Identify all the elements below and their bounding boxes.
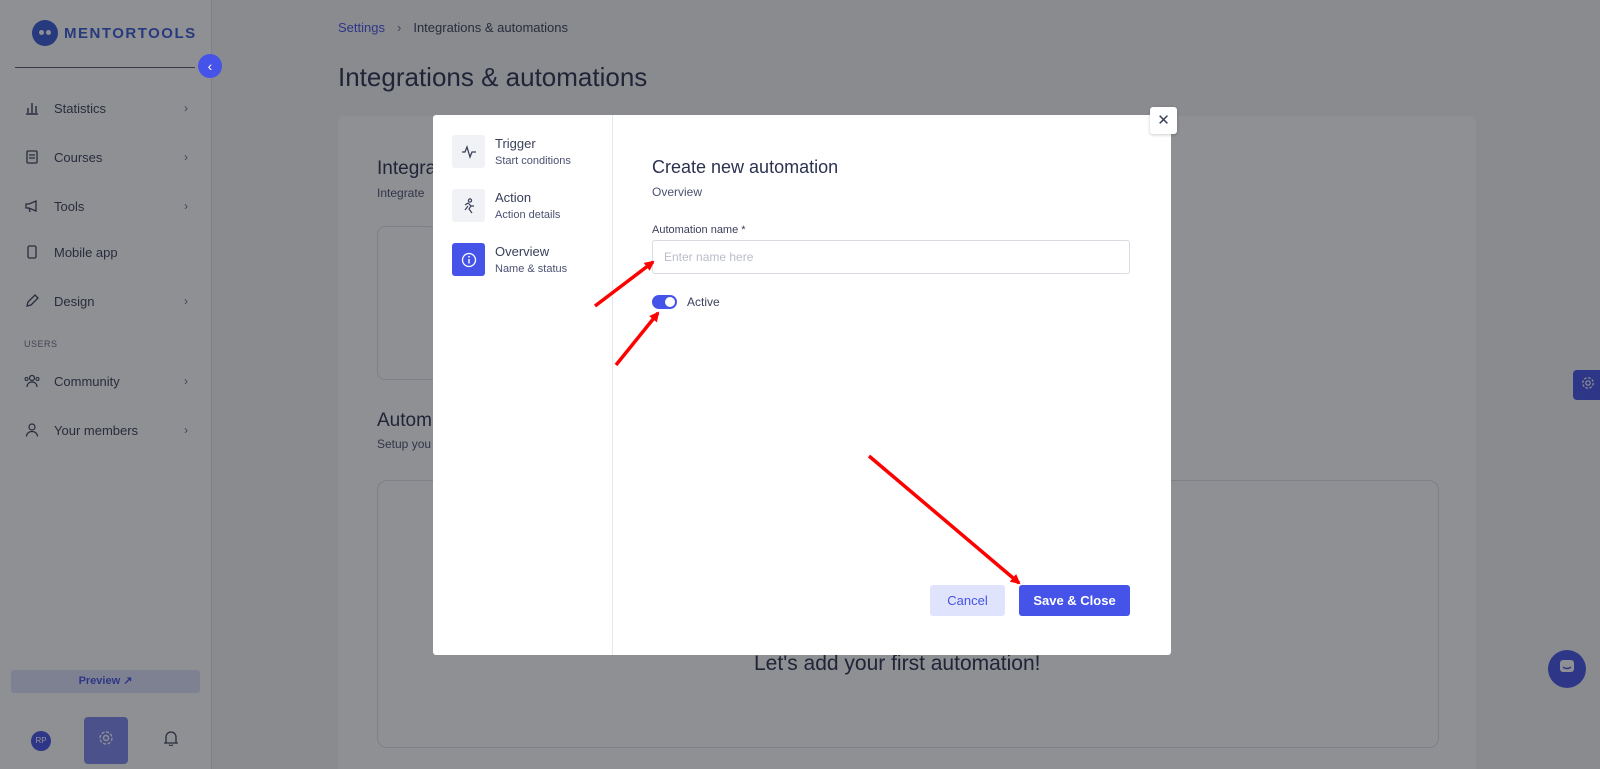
step-subtitle: Action details <box>495 209 561 221</box>
runner-icon <box>452 189 485 222</box>
create-automation-modal: Trigger Start conditions Action Action d… <box>433 115 1171 655</box>
info-icon <box>452 243 485 276</box>
save-and-close-button[interactable]: Save & Close <box>1019 585 1130 616</box>
modal-title: Create new automation <box>652 157 839 177</box>
collapse-sidebar-button[interactable]: ‹ <box>198 54 222 78</box>
steps-panel: Trigger Start conditions Action Action d… <box>433 115 613 655</box>
step-subtitle: Start conditions <box>495 155 571 167</box>
automation-name-label: Automation name * <box>652 224 746 236</box>
step-title: Action <box>495 190 532 205</box>
step-overview[interactable]: Overview Name & status <box>452 243 567 276</box>
modal-subtitle: Overview <box>652 185 703 199</box>
step-title: Overview <box>495 244 550 259</box>
close-icon: ✕ <box>1157 112 1170 129</box>
cancel-button[interactable]: Cancel <box>930 585 1005 616</box>
modal-close-button[interactable]: ✕ <box>1150 107 1177 134</box>
step-action[interactable]: Action Action details <box>452 189 560 222</box>
active-toggle[interactable] <box>652 295 677 309</box>
chevron-left-icon: ‹ <box>207 58 213 74</box>
step-subtitle: Name & status <box>495 263 568 275</box>
step-trigger[interactable]: Trigger Start conditions <box>452 135 571 168</box>
pulse-icon <box>452 135 485 168</box>
active-toggle-label: Active <box>687 295 720 309</box>
step-title: Trigger <box>495 136 536 151</box>
automation-name-input[interactable] <box>652 240 1130 274</box>
